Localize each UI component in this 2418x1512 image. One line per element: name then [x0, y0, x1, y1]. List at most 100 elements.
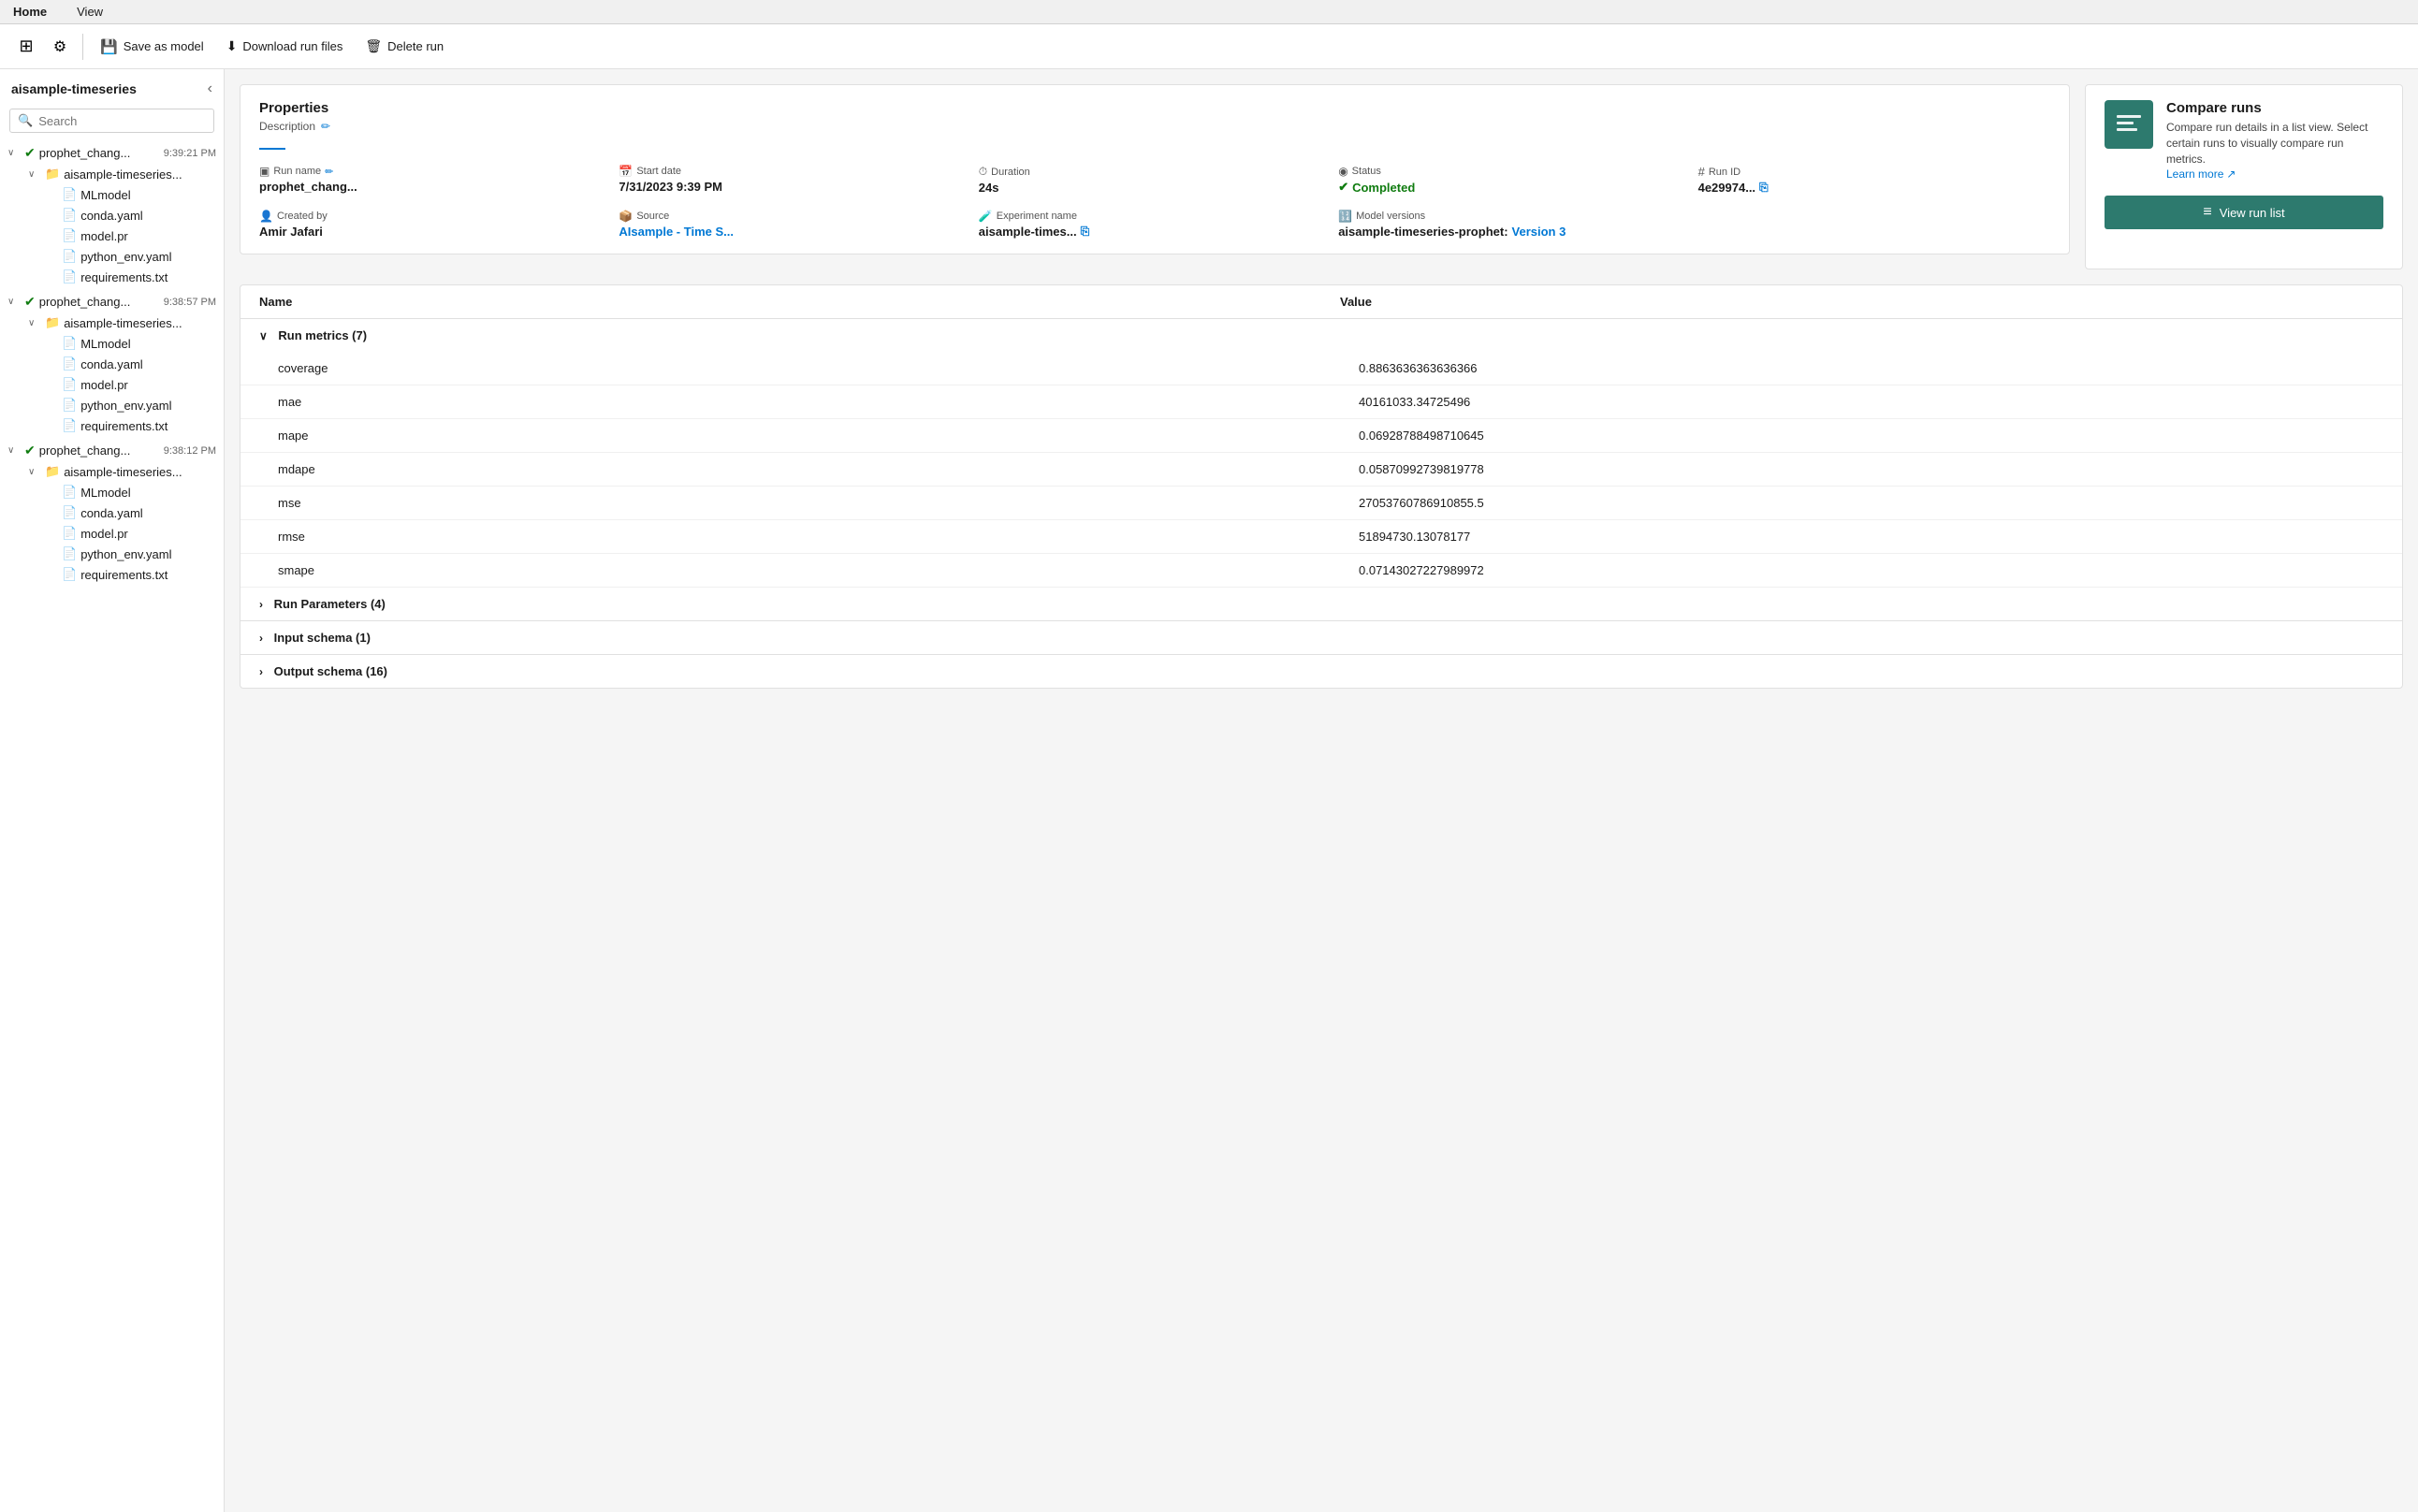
model-versions-text: aisample-timeseries-prophet:: [1338, 225, 1508, 239]
sidebar-item-run-1[interactable]: ∨ ✔ prophet_chang... 9:39:21 PM: [0, 142, 224, 164]
file-model-3[interactable]: 📄model.pr: [54, 523, 224, 544]
sidebar-item-run-2[interactable]: ∨ ✔ prophet_chang... 9:38:57 PM: [0, 291, 224, 313]
view-run-list-label: View run list: [2220, 206, 2285, 220]
clock-icon: ⏱: [979, 165, 987, 179]
run-3-label: prophet_chang...: [39, 443, 160, 458]
file-model-2[interactable]: 📄model.pr: [54, 374, 224, 395]
collapsed-section-row[interactable]: › Output schema (16): [240, 655, 2402, 689]
save-as-model-button[interactable]: 💾 Save as model: [91, 34, 213, 60]
file-requirements-1[interactable]: 📄requirements.txt: [54, 267, 224, 287]
status-check-icon-2: ✔: [24, 294, 36, 310]
experiment-value: aisample-times... ⎘: [979, 225, 1331, 239]
metric-row: rmse51894730.13078177: [240, 520, 2402, 554]
chevron-down-icon: ∨: [7, 297, 21, 307]
file-python-env-3[interactable]: 📄python_env.yaml: [54, 544, 224, 564]
run-1-label: prophet_chang...: [39, 146, 160, 160]
model-versions-value: aisample-timeseries-prophet: Version 3: [1338, 225, 1690, 239]
metric-value: 0.07143027227989972: [1321, 554, 2402, 588]
section-label: Input schema (1): [274, 631, 371, 645]
prop-status: ◉ Status ✔ Completed: [1338, 165, 1690, 195]
run-name-label: Run name: [273, 166, 321, 177]
pencil-run-name-icon[interactable]: ✏: [325, 166, 333, 178]
chevron-down-icon: ∨: [7, 148, 21, 158]
toolbar: ⊞ ⚙ 💾 Save as model ⬇ Download run files…: [0, 24, 2418, 69]
search-input[interactable]: [38, 114, 206, 128]
learn-more-link[interactable]: Learn more ↗: [2166, 167, 2236, 182]
compare-runs-description: Compare run details in a list view. Sele…: [2166, 120, 2383, 182]
chevron-down-icon: ∨: [259, 329, 268, 342]
copy-experiment-icon[interactable]: ⎘: [1081, 225, 1090, 239]
description-row: Description ✏: [259, 120, 2050, 133]
delete-run-button[interactable]: 🗑 Delete run: [356, 34, 453, 59]
collapsed-section-row[interactable]: › Input schema (1): [240, 621, 2402, 655]
metrics-card: Name Value ∨ Run metrics (7) coverage0.8…: [240, 284, 2403, 689]
file-icon: 📄: [62, 356, 77, 371]
sidebar-item-folder-3[interactable]: ∨ 📁 aisample-timeseries...: [21, 461, 224, 482]
file-conda-2[interactable]: 📄conda.yaml: [54, 354, 224, 374]
file-icon: 📄: [62, 398, 77, 413]
folder-3-files: 📄MLmodel 📄conda.yaml 📄model.pr 📄python_e…: [21, 482, 224, 585]
settings-icon-button[interactable]: ⚙: [45, 32, 75, 62]
prop-model-versions: 🔢 Model versions aisample-timeseries-pro…: [1338, 210, 1690, 239]
status-text: Completed: [1352, 181, 1415, 195]
file-conda-3[interactable]: 📄conda.yaml: [54, 502, 224, 523]
sidebar-collapse-button[interactable]: ‹: [208, 80, 212, 97]
folder-icon: 📁: [45, 167, 60, 182]
folder-1-files: 📄MLmodel 📄conda.yaml 📄model.pr 📄python_e…: [21, 184, 224, 287]
file-icon: 📄: [62, 526, 77, 541]
save-as-model-label: Save as model: [124, 39, 204, 53]
compare-runs-card: Compare runs Compare run details in a li…: [2085, 84, 2403, 269]
collapsed-section-row[interactable]: › Run Parameters (4): [240, 588, 2402, 621]
duration-value: 24s: [979, 181, 1331, 195]
save-icon: 💾: [100, 38, 118, 55]
sidebar-item-folder-2[interactable]: ∨ 📁 aisample-timeseries...: [21, 313, 224, 333]
tree-run-1: ∨ ✔ prophet_chang... 9:39:21 PM ∨ 📁 aisa…: [0, 140, 224, 289]
file-model-1[interactable]: 📄model.pr: [54, 225, 224, 246]
run-name-icon: ▣: [259, 165, 269, 178]
file-requirements-2[interactable]: 📄requirements.txt: [54, 415, 224, 436]
file-icon: 📄: [62, 228, 77, 243]
home-icon-button[interactable]: ⊞: [11, 32, 41, 62]
file-requirements-3[interactable]: 📄requirements.txt: [54, 564, 224, 585]
compare-icon-svg: [2114, 109, 2144, 139]
run-3-time: 9:38:12 PM: [164, 445, 216, 457]
model-version-link[interactable]: Version 3: [1512, 225, 1566, 239]
description-label: Description: [259, 120, 315, 133]
section-label: Run Parameters (4): [274, 597, 386, 611]
menu-home[interactable]: Home: [7, 3, 52, 21]
copy-run-id-icon[interactable]: ⎘: [1759, 181, 1769, 195]
metrics-table-header: Name Value: [240, 285, 2402, 319]
file-mlmodel-3[interactable]: 📄MLmodel: [54, 482, 224, 502]
run-1-time: 9:39:21 PM: [164, 148, 216, 159]
sidebar-item-run-3[interactable]: ∨ ✔ prophet_chang... 9:38:12 PM: [0, 440, 224, 461]
sidebar-header: aisample-timeseries ‹: [0, 69, 224, 105]
file-mlmodel-2[interactable]: 📄MLmodel: [54, 333, 224, 354]
pencil-icon[interactable]: ✏: [321, 120, 330, 133]
content-area: Properties Description ✏ ▣ Run name ✏: [225, 69, 2418, 1512]
hash-icon: #: [1698, 165, 1705, 179]
value-column-header: Value: [1321, 285, 2402, 319]
model-icon: 🔢: [1338, 210, 1352, 223]
view-run-list-button[interactable]: ≡ View run list: [2105, 196, 2383, 229]
search-icon: 🔍: [18, 113, 33, 128]
file-mlmodel-1[interactable]: 📄MLmodel: [54, 184, 224, 205]
sidebar-item-folder-1[interactable]: ∨ 📁 aisample-timeseries...: [21, 164, 224, 184]
status-check-icon-3: ✔: [24, 443, 36, 458]
folder-1-label: aisample-timeseries...: [64, 167, 216, 182]
folder-icon: 📁: [45, 464, 60, 479]
source-value[interactable]: AIsample - Time S...: [619, 225, 970, 239]
chevron-down-icon: ∨: [28, 318, 41, 328]
metric-name: mape: [240, 419, 1321, 453]
metric-value: 0.8863636363636366: [1321, 352, 2402, 385]
file-python-env-2[interactable]: 📄python_env.yaml: [54, 395, 224, 415]
metric-name: smape: [240, 554, 1321, 588]
file-python-env-1[interactable]: 📄python_env.yaml: [54, 246, 224, 267]
download-icon: ⬇: [226, 38, 238, 54]
folder-2-label: aisample-timeseries...: [64, 316, 216, 330]
sidebar-title: aisample-timeseries: [11, 81, 137, 96]
menu-view[interactable]: View: [71, 3, 109, 21]
file-conda-1[interactable]: 📄conda.yaml: [54, 205, 224, 225]
download-run-files-button[interactable]: ⬇ Download run files: [217, 34, 353, 59]
metric-name: mae: [240, 385, 1321, 419]
run-metrics-section[interactable]: ∨ Run metrics (7): [240, 319, 2402, 353]
